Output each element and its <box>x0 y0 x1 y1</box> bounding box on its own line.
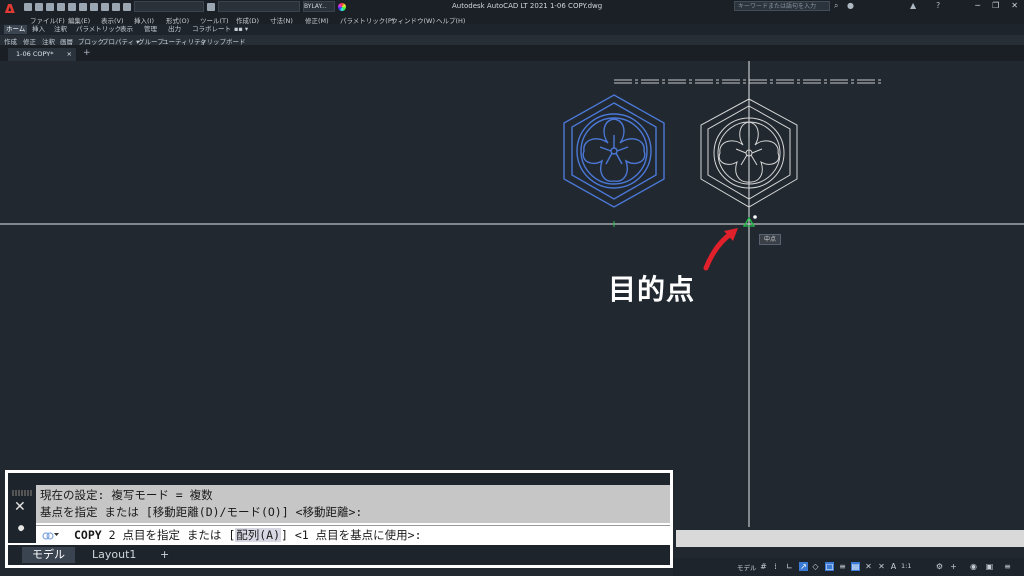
isodraft-icon[interactable]: ◇ <box>811 562 820 571</box>
lineweight-icon[interactable]: ≡ <box>838 562 847 571</box>
tab-home[interactable]: ホーム <box>4 25 28 34</box>
ribbon-tabs: ホーム 挿入 注釈 パラメトリック 表示 管理 出力 コラボレート ▪▪ ▾ <box>0 24 1024 35</box>
customize-wrench-icon[interactable] <box>14 525 28 543</box>
add-icon[interactable]: + <box>949 562 958 571</box>
new-tab-button[interactable]: + <box>83 48 91 58</box>
command-prompt: COPY 2 点目を指定 または [配列(A)] <1 点目を基点に使用>: <box>74 527 422 543</box>
target-point-annotation: 目的点 <box>608 273 696 306</box>
linetype-dropdown[interactable] <box>218 1 300 12</box>
search-input[interactable]: キーワードまたは語句を入力 <box>734 1 830 11</box>
layer-dropdown[interactable] <box>134 1 204 12</box>
tab-manage[interactable]: 管理 <box>142 25 159 34</box>
scale-label[interactable]: 1:1 <box>901 562 911 570</box>
menu-bar: ファイル(F) 編集(E) 表示(V) 挿入(I) 形式(O) ツール(T) 作… <box>0 13 1024 25</box>
prompt-text-1: 2 点目を指定 または [ <box>101 528 236 542</box>
grid-icon[interactable]: # <box>759 562 768 571</box>
drawing-svg <box>0 61 1024 527</box>
snap-mode-icon[interactable]: ⁞ <box>771 562 780 571</box>
status-model-label[interactable]: モデル <box>737 562 757 572</box>
array-option[interactable]: 配列(A) <box>235 528 282 542</box>
add-layout-button[interactable]: + <box>150 547 179 563</box>
layout-tab-bar: モデル Layout1 + <box>8 545 670 565</box>
window-controls: ─ ❐ ✕ <box>975 1 1018 10</box>
close-tab-icon[interactable]: × <box>67 48 72 61</box>
search-icon[interactable]: ⌕ <box>834 1 838 11</box>
lineweight-dropdown[interactable]: BYLAY... <box>303 1 335 12</box>
doc-tab-label: 1-06 COPY* <box>16 50 54 58</box>
tab-insert[interactable]: 挿入 <box>30 25 47 34</box>
undo-icon[interactable] <box>79 2 87 11</box>
cursor-dot <box>753 215 757 219</box>
layer-bulb-icon[interactable] <box>101 2 109 11</box>
drag-grip-icon[interactable] <box>12 490 32 496</box>
command-name: COPY <box>74 528 102 542</box>
clean-screen-icon[interactable]: ▣ <box>985 562 994 571</box>
user-icon[interactable]: ● <box>847 1 854 10</box>
quick-access-toolbar: BYLAY... <box>24 1 346 12</box>
restore-button[interactable]: ❐ <box>992 1 999 10</box>
polar-icon[interactable]: ↗ <box>799 562 808 571</box>
selection-cycling-icon[interactable]: ▤ <box>851 562 860 571</box>
isolate-icon[interactable]: ◉ <box>969 562 978 571</box>
save-icon[interactable] <box>46 2 54 11</box>
window-title: Autodesk AutoCAD LT 2021 1-06 COPY.dwg <box>452 2 603 10</box>
layer-lock-icon[interactable] <box>123 2 131 11</box>
document-tab-bar: 1-06 COPY* × + <box>0 45 1024 61</box>
command-history-icon[interactable] <box>42 529 60 541</box>
selected-crest <box>563 94 665 208</box>
ribbon-panels: 作成 修正 注釈 画層 ブロック プロパティ ▾ グループ ユーティリティ クリ… <box>0 35 1024 46</box>
plot-icon[interactable] <box>68 2 76 11</box>
annotation-scale-icon[interactable]: A <box>889 562 898 571</box>
tab-output[interactable]: 出力 <box>166 25 183 34</box>
autoscale-icon[interactable]: ✕ <box>877 562 886 571</box>
status-bar: モデル # ⁞ ∟ ↗ ◇ □ ≡ ▤ ✕ ✕ A 1:1 ⚙ + ◉ ▣ ≡ <box>673 558 1024 576</box>
history-line-2: 基点を指定 または [移動距離(D)/モード(O)] <移動距離>: <box>40 505 363 519</box>
save-as-icon[interactable] <box>57 2 65 11</box>
customize-icon[interactable]: ≡ <box>1003 562 1012 571</box>
drawing-canvas[interactable] <box>0 61 1024 527</box>
status-strip <box>676 530 1024 547</box>
command-line-window: 現在の設定: 複写モード = 複数 基点を指定 または [移動距離(D)/モード… <box>5 470 673 568</box>
snap-tooltip: 中点 <box>759 234 781 245</box>
close-button[interactable]: ✕ <box>1011 1 1018 10</box>
tab-parametric[interactable]: パラメトリック <box>74 25 123 34</box>
open-file-icon[interactable] <box>35 2 43 11</box>
command-input[interactable]: COPY 2 点目を指定 または [配列(A)] <1 点目を基点に使用>: <box>36 525 670 544</box>
close-command-icon[interactable]: ✕ <box>14 499 26 515</box>
command-frame-top <box>8 473 670 485</box>
autodesk-app-icon[interactable]: ▲ <box>910 1 916 10</box>
doc-tab-1-06-copy[interactable]: 1-06 COPY* × <box>8 48 76 61</box>
annotation-visibility-icon[interactable]: ✕ <box>864 562 873 571</box>
tab-annotate[interactable]: 注釈 <box>52 25 69 34</box>
prompt-text-2: ] <1 点目を基点に使用>: <box>281 528 422 542</box>
redo-icon[interactable] <box>90 2 98 11</box>
command-history: 現在の設定: 複写モード = 複数 基点を指定 または [移動距離(D)/モード… <box>8 485 670 523</box>
layer-list-icon[interactable] <box>207 2 215 11</box>
layer-sun-icon[interactable] <box>112 2 120 11</box>
help-icon[interactable]: ? <box>936 1 940 10</box>
tab-collaborate[interactable]: コラボレート <box>190 25 233 34</box>
workspace-gear-icon[interactable]: ⚙ <box>935 562 944 571</box>
tab-model[interactable]: モデル <box>22 547 75 563</box>
new-file-icon[interactable] <box>24 2 32 11</box>
tab-layout1[interactable]: Layout1 <box>82 547 146 563</box>
tab-view[interactable]: 表示 <box>118 25 135 34</box>
minimize-button[interactable]: ─ <box>975 1 980 10</box>
ortho-icon[interactable]: ∟ <box>785 562 794 571</box>
tab-more[interactable]: ▪▪ ▾ <box>232 25 250 34</box>
red-arrow <box>703 230 735 271</box>
color-wheel-icon[interactable] <box>338 2 346 11</box>
object-snap-icon[interactable]: □ <box>825 562 834 571</box>
history-line-1: 現在の設定: 複写モード = 複数 <box>40 488 213 502</box>
array-option-label: 配列(A) <box>236 528 281 542</box>
title-bar: A BYLAY... Autodesk AutoCAD LT 2021 1-06… <box>0 0 1024 19</box>
